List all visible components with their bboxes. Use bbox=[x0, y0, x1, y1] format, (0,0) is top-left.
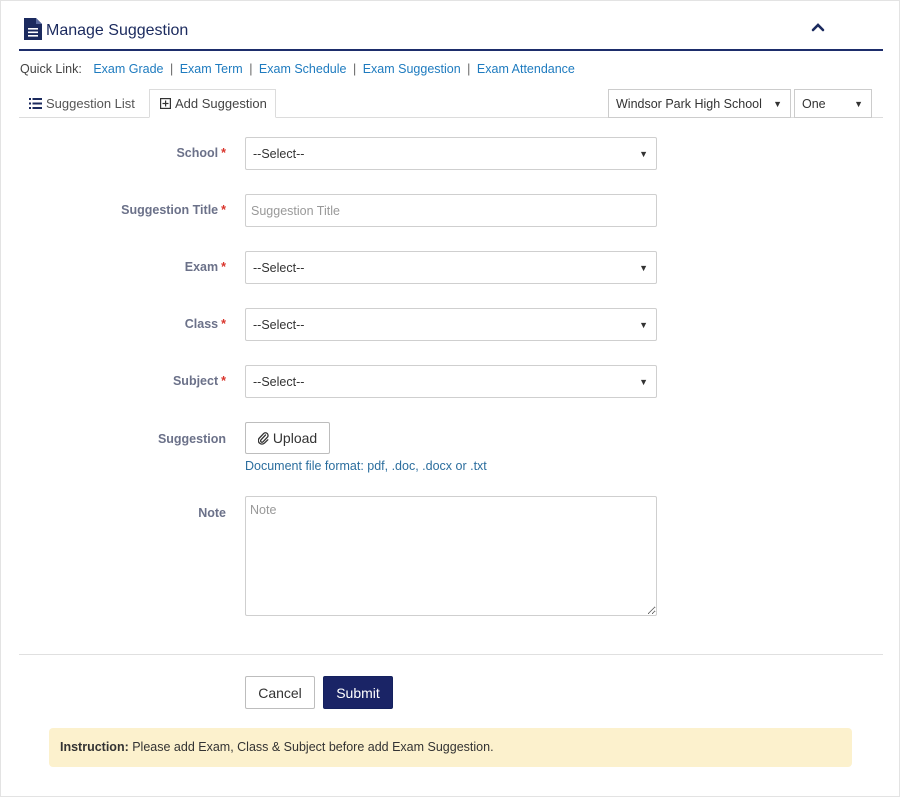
tab-suggestion-list-label: Suggestion List bbox=[46, 96, 135, 111]
suggestion-title-label-text: Suggestion Title bbox=[121, 203, 219, 217]
class-select[interactable]: --Select-- ▼ bbox=[245, 308, 657, 341]
quick-link-exam-attendance[interactable]: Exam Attendance bbox=[477, 62, 575, 76]
upload-button-label: Upload bbox=[272, 430, 318, 446]
note-textarea[interactable] bbox=[245, 496, 657, 616]
class-label-text: Class bbox=[184, 317, 219, 331]
school-select[interactable]: --Select-- ▼ bbox=[245, 137, 657, 170]
plus-square-icon bbox=[160, 98, 171, 109]
suggestion-title-input[interactable] bbox=[245, 194, 657, 227]
quick-link-separator: | bbox=[169, 62, 174, 76]
required-mark: * bbox=[221, 203, 226, 217]
paperclip-icon bbox=[257, 431, 269, 445]
instruction-prefix: Instruction: bbox=[60, 740, 129, 754]
quick-link-exam-suggestion[interactable]: Exam Suggestion bbox=[363, 62, 461, 76]
subject-label: Subject * bbox=[21, 374, 226, 388]
quick-links: Quick Link: Exam Grade | Exam Term | Exa… bbox=[20, 62, 575, 76]
instruction-alert: Instruction: Please add Exam, Class & Su… bbox=[49, 728, 852, 767]
exam-select[interactable]: --Select-- ▼ bbox=[245, 251, 657, 284]
form-divider bbox=[19, 654, 883, 655]
caret-down-icon: ▼ bbox=[639, 377, 648, 387]
quick-link-separator: | bbox=[467, 62, 471, 76]
chevron-up-icon[interactable] bbox=[811, 22, 825, 32]
school-filter-value: Windsor Park High School bbox=[616, 97, 762, 111]
exam-label-text: Exam bbox=[184, 260, 219, 274]
upload-button[interactable]: Upload bbox=[245, 422, 330, 454]
quick-link-separator: | bbox=[352, 62, 357, 76]
submit-button[interactable]: Submit bbox=[323, 676, 393, 709]
exam-label: Exam * bbox=[21, 260, 226, 274]
school-label: School * bbox=[21, 146, 226, 160]
quick-link-separator: | bbox=[249, 62, 253, 76]
document-icon bbox=[24, 18, 42, 40]
caret-down-icon: ▼ bbox=[773, 99, 782, 109]
school-label-text: School bbox=[176, 146, 219, 160]
subject-select[interactable]: --Select-- ▼ bbox=[245, 365, 657, 398]
instruction-text: Please add Exam, Class & Subject before … bbox=[128, 740, 494, 754]
class-label: Class * bbox=[21, 317, 226, 331]
file-format-hint: Document file format: pdf, .doc, .docx o… bbox=[245, 459, 487, 473]
school-filter-select[interactable]: Windsor Park High School ▼ bbox=[608, 89, 791, 118]
note-label: Note bbox=[21, 506, 226, 520]
required-mark: * bbox=[221, 260, 226, 274]
required-mark: * bbox=[221, 317, 226, 331]
caret-down-icon: ▼ bbox=[639, 320, 648, 330]
quick-link-label: Quick Link: bbox=[20, 62, 82, 76]
tab-add-suggestion[interactable]: Add Suggestion bbox=[149, 89, 276, 118]
note-label-text: Note bbox=[198, 506, 226, 520]
page-frame: Manage Suggestion Quick Link: Exam Grade… bbox=[0, 0, 900, 797]
quick-link-exam-schedule[interactable]: Exam Schedule bbox=[259, 62, 347, 76]
subject-select-value: --Select-- bbox=[253, 375, 305, 389]
required-mark: * bbox=[221, 146, 226, 160]
class-select-value: --Select-- bbox=[253, 318, 305, 332]
exam-select-value: --Select-- bbox=[253, 261, 305, 275]
class-filter-value: One bbox=[802, 97, 826, 111]
cancel-button[interactable]: Cancel bbox=[245, 676, 315, 709]
quick-link-exam-grade[interactable]: Exam Grade bbox=[93, 62, 163, 76]
list-icon bbox=[29, 98, 42, 109]
panel-header: Manage Suggestion bbox=[19, 15, 883, 51]
required-mark: * bbox=[221, 374, 226, 388]
suggestion-title-label: Suggestion Title * bbox=[21, 203, 226, 217]
caret-down-icon: ▼ bbox=[639, 149, 648, 159]
caret-down-icon: ▼ bbox=[854, 99, 863, 109]
school-select-value: --Select-- bbox=[253, 147, 305, 161]
tab-suggestion-list[interactable]: Suggestion List bbox=[29, 89, 135, 118]
page-title: Manage Suggestion bbox=[46, 22, 189, 39]
subject-label-text: Subject bbox=[172, 374, 219, 388]
suggestion-label-text: Suggestion bbox=[157, 432, 226, 446]
quick-link-exam-term[interactable]: Exam Term bbox=[180, 62, 243, 76]
class-filter-select[interactable]: One ▼ bbox=[794, 89, 872, 118]
suggestion-label: Suggestion bbox=[21, 432, 226, 446]
caret-down-icon: ▼ bbox=[639, 263, 648, 273]
tab-add-suggestion-label: Add Suggestion bbox=[175, 96, 267, 111]
